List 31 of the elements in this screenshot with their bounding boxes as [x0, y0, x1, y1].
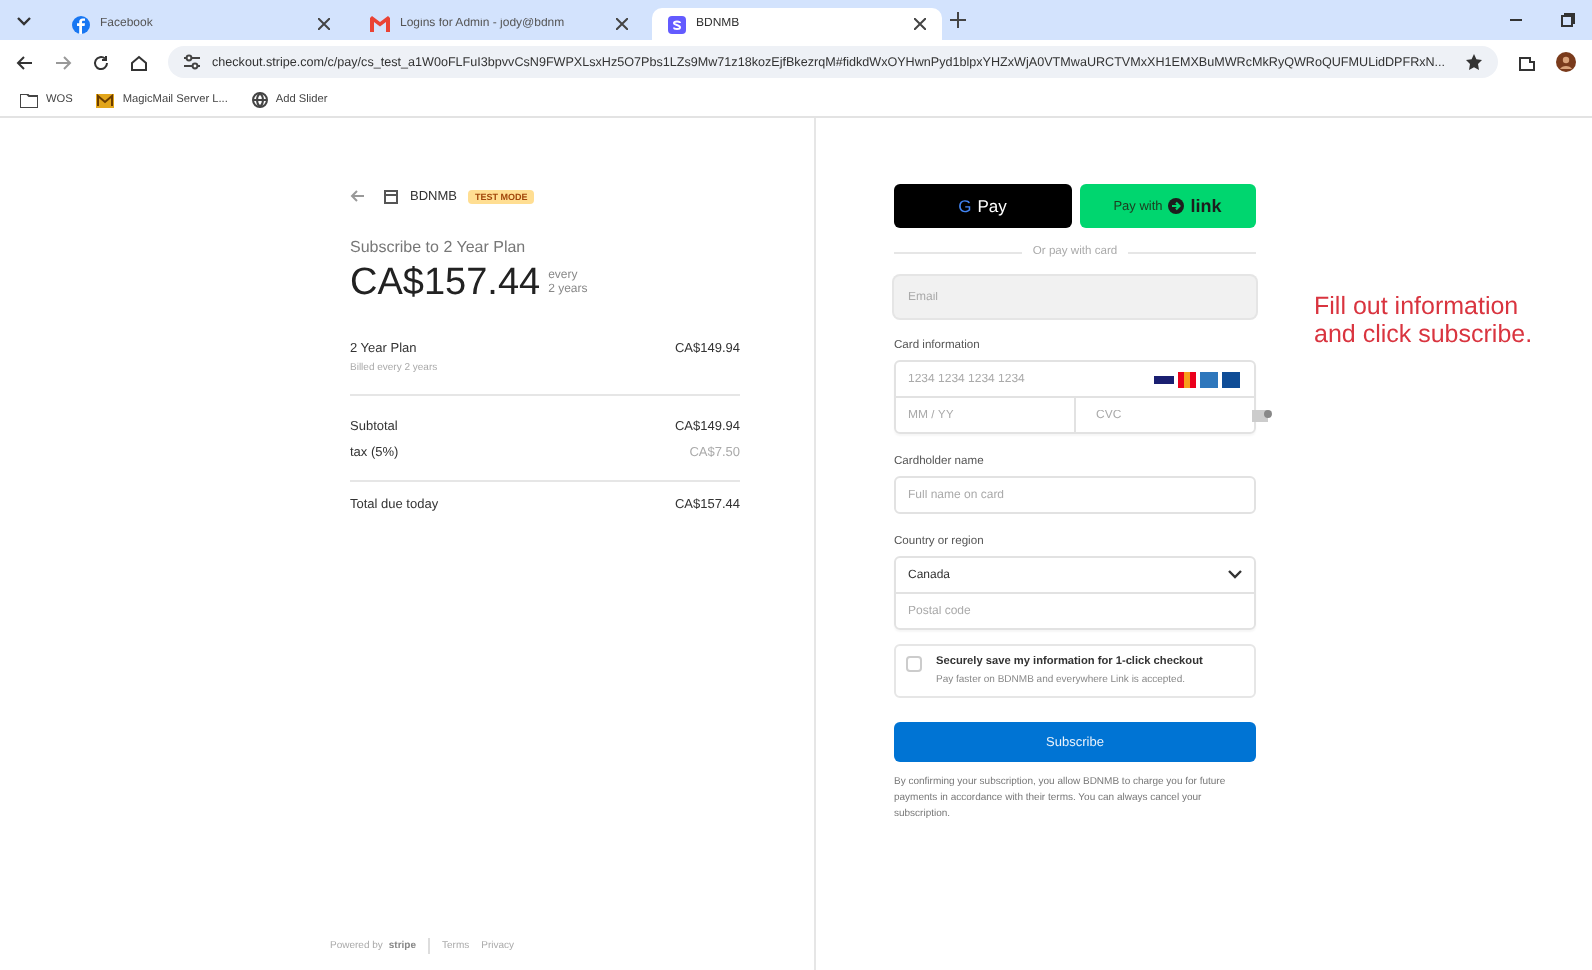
globe-icon — [251, 92, 268, 108]
back-arrow-icon[interactable] — [350, 188, 366, 204]
avatar-icon[interactable] — [1556, 52, 1576, 72]
folder-icon — [20, 93, 38, 107]
site-settings-icon[interactable] — [184, 54, 200, 70]
reload-icon[interactable] — [92, 53, 110, 71]
close-icon[interactable] — [616, 18, 628, 30]
chevron-down-icon — [1228, 570, 1242, 580]
card-brands-icon — [1154, 371, 1242, 387]
facebook-icon — [72, 15, 90, 33]
plan-title: Subscribe to 2 Year Plan — [350, 238, 528, 256]
stripe-icon — [668, 15, 686, 33]
new-tab-icon[interactable] — [950, 12, 966, 28]
star-icon[interactable] — [1466, 54, 1482, 70]
price: CA$157.44 — [350, 262, 541, 306]
close-icon[interactable] — [318, 18, 330, 30]
save-checkbox[interactable] — [906, 656, 922, 672]
close-icon[interactable] — [914, 18, 926, 30]
mail-icon — [370, 16, 390, 32]
annotation-text: Fill out information and click subscribe. — [1314, 292, 1535, 353]
arrow-circle-icon — [1168, 198, 1185, 214]
google-pay-button[interactable]: G Pay — [894, 184, 1071, 228]
tab-search-icon[interactable] — [16, 12, 32, 28]
forward-icon[interactable] — [54, 53, 72, 71]
mail-icon — [96, 93, 115, 107]
extensions-icon[interactable] — [1518, 53, 1536, 71]
store-icon — [384, 189, 398, 203]
home-icon[interactable] — [130, 53, 148, 71]
restore-icon[interactable] — [1560, 12, 1576, 28]
cvc-card-icon — [1252, 408, 1272, 422]
back-icon[interactable] — [16, 53, 34, 71]
